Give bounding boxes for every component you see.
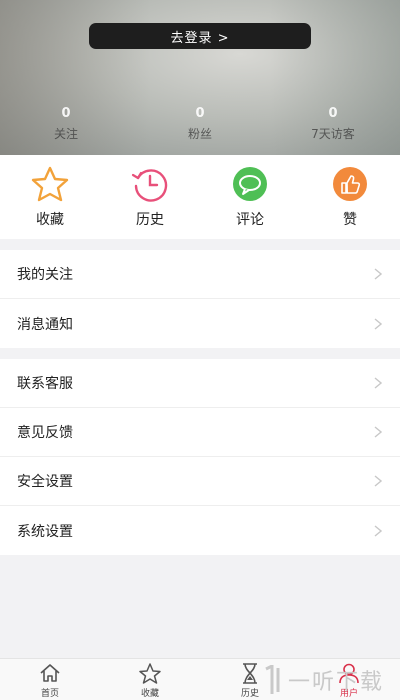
stat-visitors-value: 0 [328, 106, 338, 121]
watermark-text: 一听下载 [288, 670, 385, 695]
menu-group-account: 我的关注 消息通知 [0, 250, 400, 348]
stat-fans-value: 0 [195, 106, 205, 121]
menu-item-label: 联系客服 [17, 376, 73, 392]
chevron-right-icon [374, 426, 384, 438]
comment-icon [230, 167, 270, 201]
shortcut-history-label: 历史 [136, 212, 164, 228]
tab-home-label: 首页 [40, 689, 59, 699]
menu-item-label: 消息通知 [17, 316, 73, 333]
stat-following-label: 关注 [53, 127, 78, 141]
tab-favorites[interactable]: 收藏 [120, 662, 180, 699]
menu-item-security-settings[interactable]: 安全设置 [0, 457, 400, 506]
menu-item-feedback[interactable]: 意见反馈 [0, 408, 400, 457]
shortcut-row: 收藏 历史 评论 赞 [0, 155, 400, 239]
menu-item-label: 安全设置 [17, 474, 73, 490]
tab-home[interactable]: 首页 [20, 662, 80, 699]
watermark-logo-icon [265, 665, 280, 694]
menu-item-label: 意见反馈 [17, 425, 73, 441]
history-icon [130, 167, 170, 202]
menu-item-notifications[interactable]: 消息通知 [0, 299, 400, 348]
profile-header: 去登录 > 0 关注 0 粉丝 0 7天访客 [0, 0, 400, 155]
chevron-right-icon [374, 377, 384, 389]
stat-visitors-label: 7天访客 [311, 127, 355, 141]
star-icon [30, 166, 70, 202]
stat-fans[interactable]: 0 粉丝 [140, 106, 260, 142]
watermark: 一听下载 [262, 660, 400, 700]
star-icon [120, 662, 180, 684]
shortcut-comments-label: 评论 [236, 212, 264, 228]
tab-favorites-label: 收藏 [140, 689, 159, 699]
chevron-right-icon [374, 475, 384, 487]
stat-following-value: 0 [61, 106, 71, 121]
home-icon [20, 662, 80, 684]
stat-following[interactable]: 0 关注 [6, 106, 126, 142]
menu-item-label: 系统设置 [17, 523, 73, 540]
shortcut-likes-label: 赞 [343, 212, 357, 228]
shortcut-comments[interactable]: 评论 [210, 167, 290, 229]
shortcut-favorites-label: 收藏 [36, 212, 64, 228]
stat-fans-label: 粉丝 [187, 127, 212, 141]
menu-item-customer-service[interactable]: 联系客服 [0, 359, 400, 408]
shortcut-favorites[interactable]: 收藏 [10, 166, 90, 229]
menu-group-settings: 联系客服 意见反馈 安全设置 系统设置 [0, 359, 400, 555]
shortcut-history[interactable]: 历史 [110, 167, 190, 229]
chevron-right-icon [374, 524, 384, 537]
thumbs-up-icon [330, 167, 370, 201]
shortcut-likes[interactable]: 赞 [310, 167, 390, 229]
chevron-right-icon [374, 317, 384, 330]
stat-visitors[interactable]: 0 7天访客 [273, 106, 393, 142]
menu-item-label: 我的关注 [17, 267, 73, 283]
menu-item-my-follows[interactable]: 我的关注 [0, 250, 400, 299]
chevron-right-icon [374, 268, 384, 280]
menu-item-system-settings[interactable]: 系统设置 [0, 506, 400, 555]
login-button[interactable]: 去登录 > [89, 23, 311, 49]
